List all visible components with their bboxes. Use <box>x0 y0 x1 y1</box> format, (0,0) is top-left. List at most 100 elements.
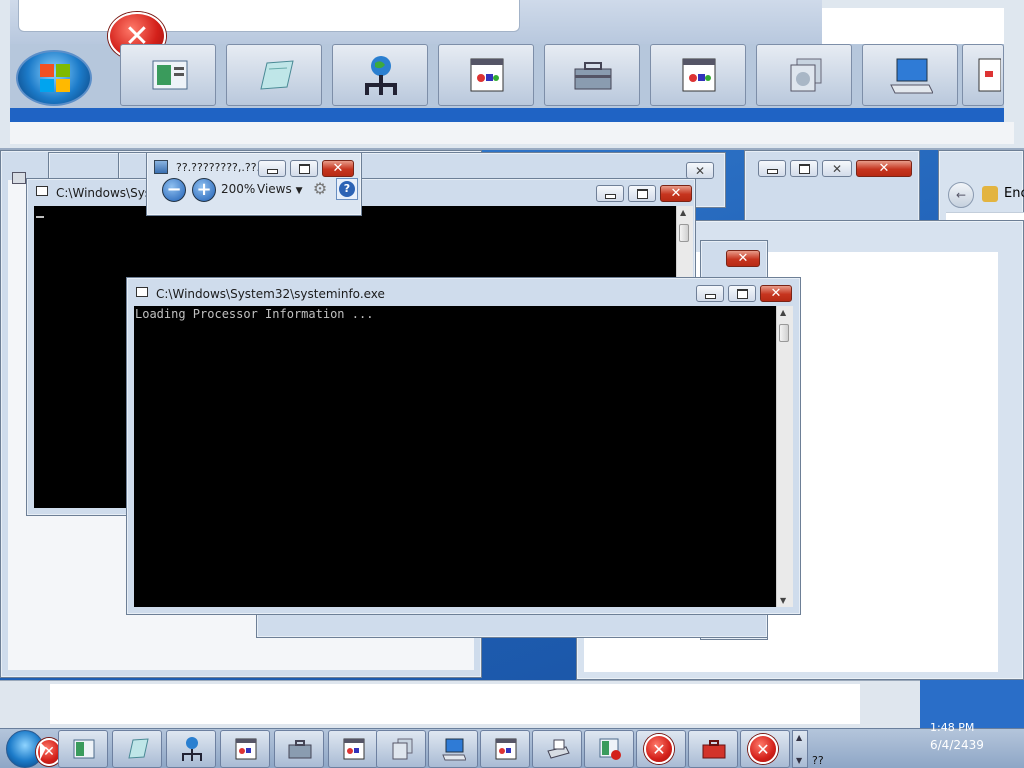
zoom-in-icon[interactable]: + <box>192 178 216 202</box>
back-console-title: C:\Windows\Syst <box>56 186 156 200</box>
back-console-scroll-thumb[interactable] <box>679 224 689 242</box>
launcher-tile-2[interactable] <box>332 44 428 106</box>
launcher-address-bar[interactable] <box>18 0 520 32</box>
red-toolbox-icon <box>702 737 726 761</box>
systeminfo-minimize-button[interactable] <box>696 285 724 302</box>
help-icon[interactable]: ? <box>336 178 358 200</box>
application-window-icon <box>677 55 721 95</box>
taskbar-scroll-up-icon[interactable]: ▲ <box>796 733 802 742</box>
launcher-tile-3[interactable] <box>438 44 534 106</box>
zoom-out-icon[interactable]: − <box>162 178 186 202</box>
back-console-minimize-button[interactable] <box>596 185 624 202</box>
folder-lock-icon <box>982 186 998 202</box>
views-dropdown[interactable]: Views ▼ <box>257 182 302 196</box>
printer-icon <box>546 737 570 761</box>
taskbar-button-5[interactable] <box>328 730 378 768</box>
background-window-7-close-button[interactable]: ✕ <box>726 250 760 267</box>
taskbar-button-1[interactable] <box>112 730 162 768</box>
launcher-blue-band <box>10 108 1004 122</box>
launcher-tile-0[interactable] <box>120 44 216 106</box>
taskbar-button-6[interactable] <box>376 730 426 768</box>
keyboard-monitor-icon <box>889 55 934 95</box>
background-window-4-maximize-button[interactable] <box>790 160 818 177</box>
zoom-level: 200% <box>221 182 256 196</box>
lower-left-panel-client <box>50 684 860 724</box>
application-window-icon <box>494 737 518 761</box>
chevron-down-icon: ▼ <box>295 186 303 196</box>
notepad-icon <box>253 55 297 95</box>
magnifier-close-button[interactable]: ✕ <box>322 160 354 177</box>
launcher-tile-6[interactable] <box>756 44 852 106</box>
background-window-3-close-button[interactable]: ✕ <box>686 162 714 179</box>
systeminfo-output: Loading Processor Information ... <box>135 307 374 321</box>
application-window-icon <box>465 55 509 95</box>
systeminfo-title: C:\Windows\System32\systeminfo.exe <box>156 287 385 301</box>
image-gallery-icon <box>783 55 827 95</box>
launcher-search-area <box>822 8 1004 44</box>
back-console-icon <box>36 186 48 196</box>
taskbar-scroll-down-icon[interactable]: ▼ <box>796 756 802 765</box>
taskbar-button-8[interactable] <box>480 730 530 768</box>
back-console-scroll-up-icon[interactable]: ▲ <box>680 208 686 217</box>
clock-time[interactable]: 1:48 PM <box>930 721 974 734</box>
launcher-tile-5[interactable] <box>650 44 746 106</box>
keyboard-monitor-icon <box>442 737 467 761</box>
taskbar-button-3[interactable] <box>220 730 270 768</box>
mouse-cursor-icon <box>40 742 46 760</box>
systeminfo-scroll-down-icon[interactable]: ▼ <box>780 596 786 605</box>
printer-small-icon <box>12 172 26 184</box>
taskbar-scroll-control[interactable]: ▲ ▼ <box>792 730 808 768</box>
magnifier-title: ??.????????,.??... <box>176 161 268 174</box>
taskbar-button-12[interactable] <box>688 730 738 768</box>
toolbox-icon <box>571 55 615 95</box>
background-window-5-close-button[interactable]: ✕ <box>856 160 912 177</box>
toolbox-icon <box>288 737 312 761</box>
launcher-tile-7[interactable] <box>862 44 958 106</box>
taskbar-button-11[interactable]: ✕ <box>636 730 686 768</box>
back-console-close-button[interactable]: ✕ <box>660 185 692 202</box>
taskbar-button-4[interactable] <box>274 730 324 768</box>
network-globe-icon <box>180 737 204 761</box>
recording-window-icon <box>598 737 622 761</box>
views-label: Views <box>257 182 292 196</box>
gear-icon[interactable]: ⚙ <box>311 180 329 198</box>
taskbar-button-7[interactable] <box>428 730 478 768</box>
systeminfo-console-icon <box>136 287 148 297</box>
document-icon <box>975 55 1002 95</box>
launcher-status-area <box>10 122 1014 144</box>
background-window-4-minimize-button[interactable] <box>758 160 786 177</box>
systeminfo-close-button[interactable]: ✕ <box>760 285 792 302</box>
taskbar-button-13[interactable]: ✕ <box>740 730 790 768</box>
taskbar-button-9[interactable] <box>532 730 582 768</box>
taskbar-button-10[interactable] <box>584 730 634 768</box>
application-window-icon <box>342 737 366 761</box>
back-nav-icon[interactable]: ← <box>948 182 974 208</box>
error-icon: ✕ <box>748 734 782 764</box>
background-window-4-close-button[interactable]: ✕ <box>822 160 852 177</box>
application-window-icon <box>234 737 258 761</box>
image-gallery-icon <box>390 737 414 761</box>
magnifier-minimize-button[interactable] <box>258 160 286 177</box>
notepad-icon <box>126 737 150 761</box>
magnifier-maximize-button[interactable] <box>290 160 318 177</box>
control-panel-icon <box>147 55 191 95</box>
systeminfo-scrollbar[interactable]: ▲ ▼ <box>776 306 793 607</box>
tray-text: ?? <box>812 754 824 767</box>
launcher-tile-8[interactable] <box>962 44 1004 106</box>
systeminfo-scroll-up-icon[interactable]: ▲ <box>780 308 786 317</box>
error-icon: ✕ <box>644 734 678 764</box>
right-window-address-text[interactable]: Enc <box>1004 186 1024 201</box>
clock-date[interactable]: 6/4/2439 <box>930 738 984 752</box>
systeminfo-console-screen[interactable]: Loading Processor Information ... <box>134 306 776 607</box>
systeminfo-maximize-button[interactable] <box>728 285 756 302</box>
magnifier-app-icon <box>154 160 168 174</box>
back-console-maximize-button[interactable] <box>628 185 656 202</box>
launcher-tile-4[interactable] <box>544 44 640 106</box>
systeminfo-scroll-thumb[interactable] <box>779 324 789 342</box>
control-panel-icon <box>72 737 96 761</box>
launcher-start-orb-icon[interactable] <box>16 50 92 106</box>
taskbar-button-0[interactable] <box>58 730 108 768</box>
taskbar-button-2[interactable] <box>166 730 216 768</box>
launcher-tile-1[interactable] <box>226 44 322 106</box>
back-console-cursor <box>36 216 44 218</box>
